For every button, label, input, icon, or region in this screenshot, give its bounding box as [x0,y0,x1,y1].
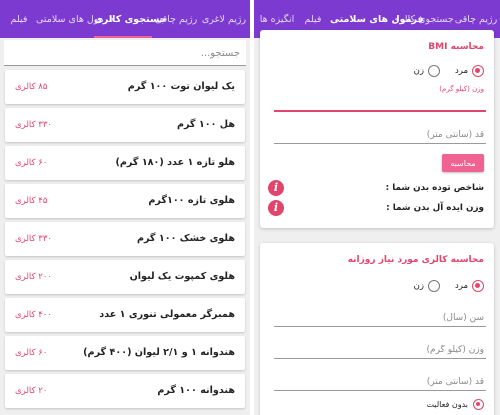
radio-checked-icon [473,399,484,410]
bmi-height-input[interactable] [274,124,486,146]
tab-weight-gain-diet[interactable]: رژیم چاقی [152,0,200,38]
bmi-result-label: شاخص توده بدن شما : [385,183,484,193]
radio-unchecked-icon [428,65,440,77]
tab-weight-loss-diet[interactable]: رژیم لاغری [200,0,248,38]
bmi-card: محاسبه BMI مرد زن وزن (کیلو گرم) محاسبه … [260,30,494,228]
activity-label: بدون فعالیت [426,400,468,409]
daily-calorie-title: محاسبه کالری مورد نیاز روزانه [347,255,484,265]
bmi-weight-input[interactable] [274,93,486,113]
food-item[interactable]: هندوانه ۱ و ۲/۱ لیوان (۴۰۰ گرم) ۶۰ کالری [5,336,245,370]
food-name: هلوی تازه ۱۰۰گرم [148,195,235,206]
food-calories: ۲۰ کالری [15,386,48,396]
gender-female-label: زن [413,66,424,76]
food-item[interactable]: هلو تازه ۱ عدد (۱۸۰ گرم) ۶۰ کالری [5,146,245,180]
search-box [4,40,246,66]
weight-field [274,337,486,361]
food-calories: ۴۰۰ کالری [15,310,52,320]
food-calories: ۶۰ کالری [15,348,48,358]
bmi-weight-field [274,90,486,113]
gender-female-option[interactable]: زن [404,279,440,293]
food-item[interactable]: همبرگر معمولی تنوری ۱ عدد ۴۰۰ کالری [5,298,245,332]
bmi-gender-group: مرد زن [404,64,484,78]
height-field [274,369,486,393]
search-input[interactable] [4,40,246,66]
tab-health-formulas[interactable]: فرمول های سلامتی [36,0,114,38]
food-calories: ۴۵ کالری [15,196,48,206]
calorie-search-screen: فیلم فرمول های سلامتی جستجوی کالری رژیم … [0,0,250,415]
food-item[interactable]: هلوی خشک ۱۰۰ گرم ۳۳۰ کالری [5,222,245,256]
gender-male-label: مرد [454,281,468,291]
health-formulas-screen: انگیزه ها فیلم فرمول های سلامتی جستجوی ک… [254,0,500,415]
food-item[interactable]: هلوی کمپوت یک لیوان ۲۰۰ کالری [5,260,245,294]
info-icon[interactable]: i [268,200,284,216]
food-item[interactable]: هلوی تازه ۱۰۰گرم ۴۵ کالری [5,184,245,218]
gender-female-label: زن [413,281,424,291]
ideal-weight-row: وزن ایده آل بدن شما : i [268,200,484,216]
height-input[interactable] [274,371,486,393]
gender-male-option[interactable]: مرد [444,64,484,78]
food-list: یک لیوان توت ۱۰۰ گرم ۸۵ کالری هل ۱۰۰ گرم… [5,70,245,412]
food-name: یک لیوان توت ۱۰۰ گرم [127,81,235,92]
food-name: هندوانه ۱ و ۲/۱ لیوان (۴۰۰ گرم) [83,347,235,358]
food-name: هلوی خشک ۱۰۰ گرم [136,233,235,244]
food-name: هل ۱۰۰ گرم [176,119,235,130]
food-item[interactable]: هل ۱۰۰ گرم ۳۳۰ کالری [5,108,245,142]
food-calories: ۳۳۰ کالری [15,234,52,244]
bmi-title: محاسبه BMI [428,42,484,52]
weight-input[interactable] [274,339,486,361]
info-icon[interactable]: i [268,180,284,196]
radio-checked-icon [472,280,484,292]
gender-male-option[interactable]: مرد [444,279,484,293]
age-field [274,305,486,329]
daily-calorie-card: محاسبه کالری مورد نیاز روزانه مرد زن بدو… [260,243,494,415]
food-calories: ۸۵ کالری [15,82,48,92]
food-item[interactable]: یک لیوان توت ۱۰۰ گرم ۸۵ کالری [5,70,245,104]
tab-calorie-search[interactable]: جستجوی کالری [94,0,166,38]
gender-female-option[interactable]: زن [404,64,440,78]
calculate-bmi-button[interactable]: محاسبه [442,154,484,172]
ideal-weight-label: وزن ایده آل بدن شما : [386,203,484,213]
tab-movie[interactable]: فیلم [2,0,36,38]
bmi-height-field [274,122,486,146]
food-name: همبرگر معمولی تنوری ۱ عدد [99,309,235,320]
gender-male-label: مرد [454,66,468,76]
radio-unchecked-icon [428,280,440,292]
food-name: هندوانه ۱۰۰ گرم [157,385,235,396]
food-name: هلوی کمپوت یک لیوان [129,271,235,282]
food-name: هلو تازه ۱ عدد (۱۸۰ گرم) [115,157,236,168]
food-item[interactable]: هندوانه ۱۰۰ گرم ۲۰ کالری [5,374,245,408]
food-calories: ۲۰۰ کالری [15,272,52,282]
age-input[interactable] [274,307,486,329]
activity-option[interactable]: بدون فعالیت [404,399,484,411]
radio-checked-icon [472,65,484,77]
bmi-result-row: شاخص توده بدن شما : i [268,180,484,196]
food-calories: ۶۰ کالری [15,158,48,168]
calorie-gender-group: مرد زن [404,279,484,293]
tab-bar: فیلم فرمول های سلامتی جستجوی کالری رژیم … [0,0,250,38]
food-calories: ۳۳۰ کالری [15,120,52,130]
